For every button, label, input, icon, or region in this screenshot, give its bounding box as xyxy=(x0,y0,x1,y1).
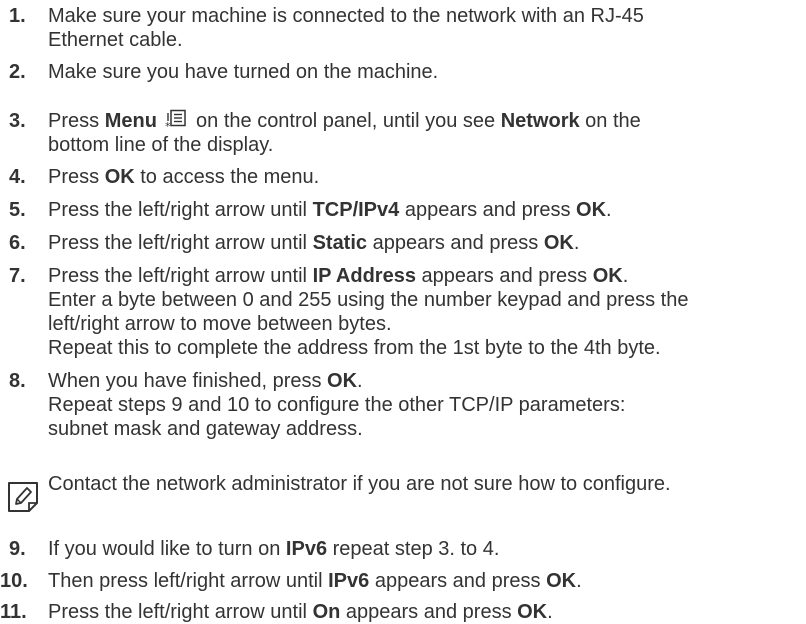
step-text: Press Menu * on the control panel, until… xyxy=(48,109,641,156)
step-text: Press the left/right arrow until IP Addr… xyxy=(48,265,689,359)
step-number: 4. xyxy=(9,166,26,188)
step-number: 8. xyxy=(9,370,26,392)
instruction-document: 1. Make sure your machine is connected t… xyxy=(0,0,806,623)
note-text: Contact the network administrator if you… xyxy=(48,473,671,495)
step-number: 6. xyxy=(9,232,26,254)
step-number: 7. xyxy=(9,265,26,287)
step-text: If you would like to turn on IPv6 repeat… xyxy=(48,538,500,560)
step-text: Make sure your machine is connected to t… xyxy=(48,5,644,51)
step-number: 3. xyxy=(9,110,26,132)
step-number: 1. xyxy=(9,5,26,27)
step-number: 5. xyxy=(9,199,26,221)
step-text: Make sure you have turned on the machine… xyxy=(48,61,439,83)
step-text: Press OK to access the menu. xyxy=(48,166,320,188)
step-number: 11. xyxy=(0,601,27,623)
menu-icon: * xyxy=(165,109,187,131)
step-text: Press the left/right arrow until On appe… xyxy=(48,601,553,623)
note-pencil-icon xyxy=(8,482,38,512)
step-number: 2. xyxy=(9,61,26,83)
step-text: When you have finished, press OK. Repeat… xyxy=(48,370,626,440)
step-number: 10. xyxy=(0,570,28,592)
step-text: Press the left/right arrow until TCP/IPv… xyxy=(48,199,612,221)
svg-text:*: * xyxy=(165,120,171,131)
step-number: 9. xyxy=(9,538,26,560)
note-box: Contact the network administrator if you… xyxy=(0,472,806,532)
step-text: Press the left/right arrow until Static … xyxy=(48,232,580,254)
step-text: Then press left/right arrow until IPv6 a… xyxy=(48,570,582,592)
